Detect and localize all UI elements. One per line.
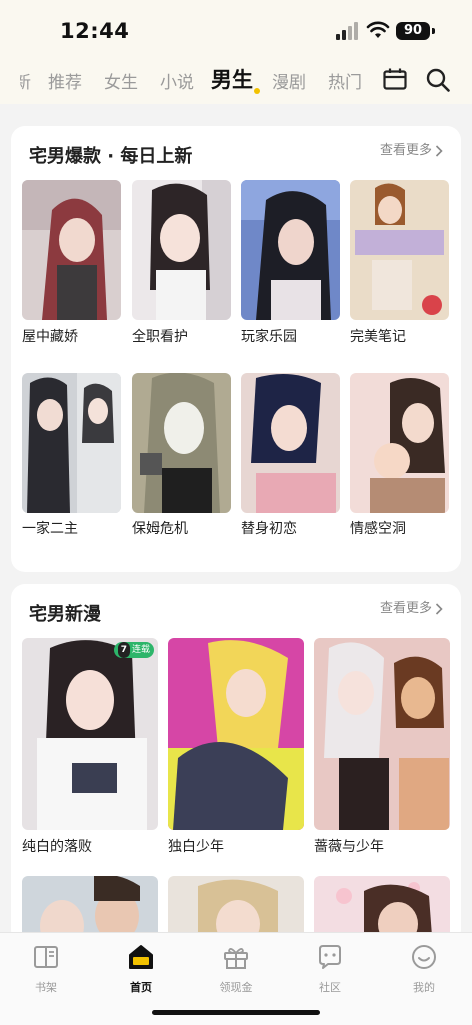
comic-cover[interactable]: [132, 180, 231, 320]
comic-cover[interactable]: [350, 373, 449, 513]
comic-title[interactable]: 完美笔记: [350, 326, 406, 346]
tab-short-drama[interactable]: 漫剧: [272, 68, 306, 93]
tab-label: 首页: [130, 981, 152, 994]
comic-title[interactable]: 屋中藏娇: [22, 326, 78, 346]
home-icon: [129, 945, 153, 969]
serial-badge: 7 连载: [113, 642, 154, 658]
tab-label: 书架: [35, 981, 57, 994]
comic-cover[interactable]: [22, 180, 121, 320]
section-title: 宅男爆款 · 每日上新: [29, 146, 193, 167]
comic-cover[interactable]: [241, 180, 340, 320]
section-hot-daily: 宅男爆款 · 每日上新 查看更多 屋中藏娇 全职看护 玩家乐园 完美笔记 一家二…: [11, 126, 461, 572]
chevron-right-icon: [435, 144, 443, 157]
status-bar: 12:44 90: [0, 0, 472, 58]
view-more-link[interactable]: 查看更多: [380, 597, 443, 616]
search-icon[interactable]: [426, 68, 450, 92]
comic-title[interactable]: 纯白的落败: [22, 836, 92, 856]
view-more-label: 查看更多: [379, 601, 432, 616]
tab-partial[interactable]: 新: [20, 68, 31, 93]
comic-title[interactable]: 一家二主: [22, 518, 78, 538]
section-new-comics: 宅男新漫 查看更多 7 连载 纯白的落败 独白少年 蔷薇与少年: [11, 584, 461, 944]
tab-community[interactable]: 社区: [300, 943, 360, 995]
tab-bookshelf[interactable]: 书架: [16, 943, 76, 995]
smiley-icon: [412, 945, 436, 969]
tab-novel[interactable]: 小说: [160, 68, 194, 93]
tab-female[interactable]: 女生: [104, 68, 138, 93]
tab-home[interactable]: 首页: [111, 943, 171, 995]
home-indicator: [152, 1010, 320, 1015]
cellular-signal-icon: [336, 22, 360, 40]
comic-cover[interactable]: [314, 638, 450, 830]
community-icon: [319, 945, 341, 969]
tab-male[interactable]: 男生: [211, 64, 253, 94]
gift-icon: [224, 948, 248, 969]
tab-profile[interactable]: 我的: [394, 943, 454, 995]
tab-label: 领现金: [219, 981, 253, 994]
comic-title[interactable]: 独白少年: [168, 836, 224, 856]
active-tab-indicator: [254, 88, 260, 94]
comic-cover[interactable]: [350, 180, 449, 320]
comic-cover[interactable]: [168, 876, 304, 936]
comic-cover[interactable]: [241, 373, 340, 513]
comic-cover[interactable]: [314, 876, 450, 936]
tab-cash[interactable]: 领现金: [206, 943, 266, 995]
bookshelf-icon: [34, 946, 58, 968]
comic-cover[interactable]: [22, 876, 158, 936]
comic-title[interactable]: 蔷薇与少年: [314, 836, 384, 856]
tab-hot[interactable]: 热门: [328, 68, 362, 93]
chevron-right-icon: [435, 602, 443, 615]
battery-cap: [432, 28, 435, 34]
comic-title[interactable]: 保姆危机: [132, 518, 188, 538]
comic-cover[interactable]: 7 连载: [22, 638, 158, 830]
tab-label: 社区: [319, 981, 341, 994]
comic-title[interactable]: 玩家乐园: [241, 326, 297, 346]
comic-title[interactable]: 情感空洞: [350, 518, 406, 538]
section-title: 宅男新漫: [29, 604, 101, 625]
comic-title[interactable]: 替身初恋: [241, 518, 297, 538]
comic-cover[interactable]: [132, 373, 231, 513]
view-more-link[interactable]: 查看更多: [380, 139, 443, 158]
calendar-icon[interactable]: [383, 68, 407, 90]
battery-indicator: 90: [396, 22, 430, 40]
comic-title[interactable]: 全职看护: [132, 326, 188, 346]
wifi-icon: [366, 21, 390, 38]
clock: 12:44: [60, 19, 130, 43]
comic-cover[interactable]: [168, 638, 304, 830]
view-more-label: 查看更多: [379, 143, 432, 158]
tab-recommend[interactable]: 推荐: [48, 68, 82, 93]
tab-label: 我的: [413, 981, 435, 994]
comic-cover[interactable]: [22, 373, 121, 513]
